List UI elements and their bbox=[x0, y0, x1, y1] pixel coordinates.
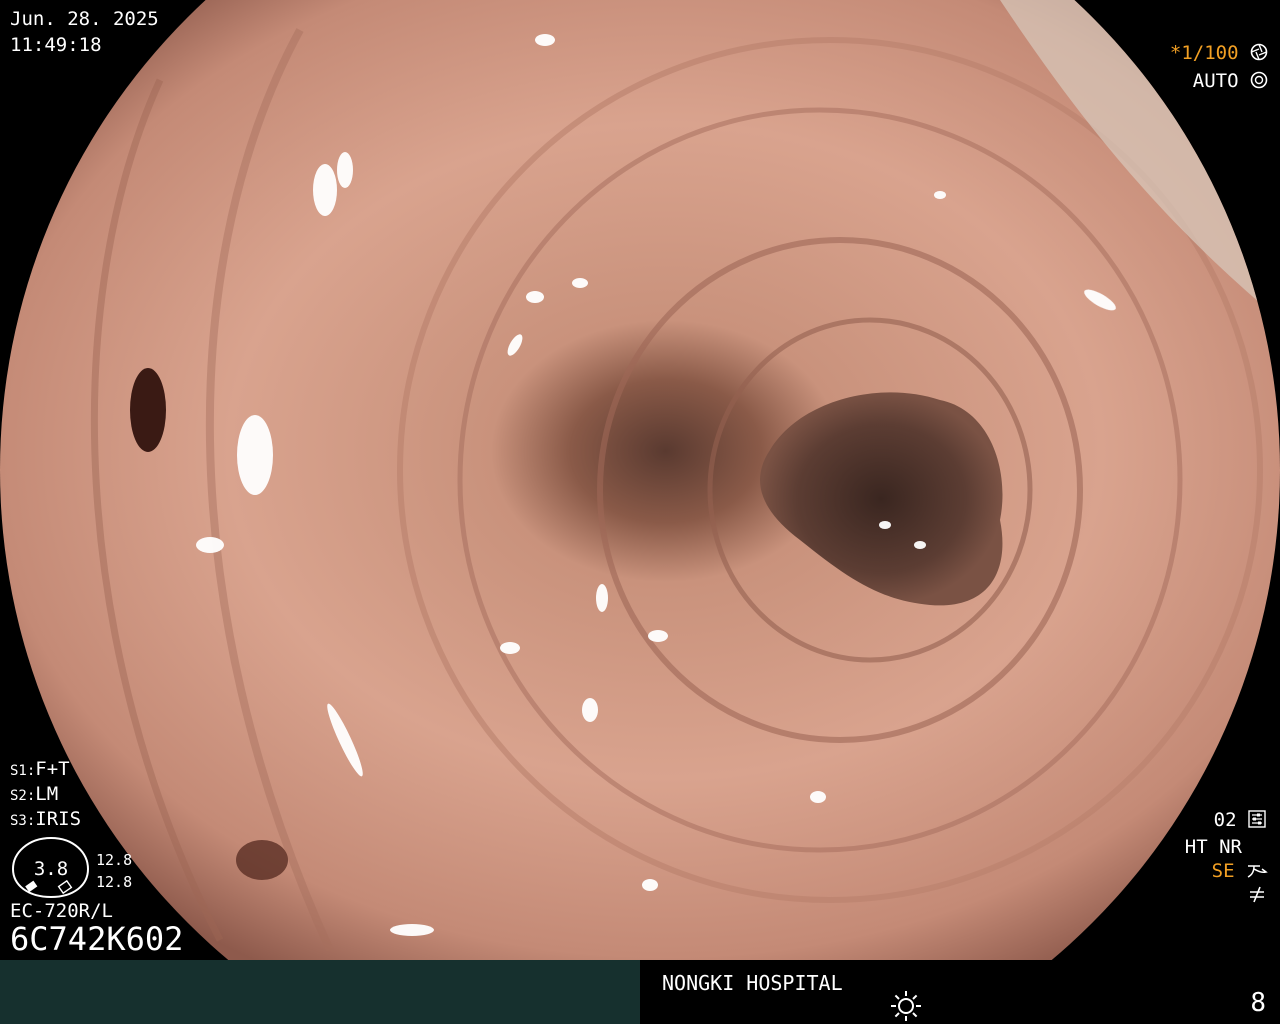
setting-s2: S2:LM bbox=[10, 783, 58, 807]
s3-value: IRIS bbox=[35, 808, 82, 830]
scope-serial: 6C742K602 bbox=[10, 920, 184, 958]
bottom-status-bar bbox=[0, 960, 1280, 1024]
s3-label: S3: bbox=[10, 813, 36, 829]
iris-mode-value: AUTO bbox=[1192, 70, 1239, 92]
scope-model: EC-720R/L bbox=[10, 900, 113, 922]
shutter-value: *1/100 bbox=[1169, 42, 1239, 64]
setting-s1: S1:F+T bbox=[10, 758, 70, 782]
not-equal-icon bbox=[1250, 886, 1264, 903]
iris-mode: AUTO bbox=[1193, 70, 1268, 92]
exam-time: 11:49:18 bbox=[10, 34, 102, 56]
shutter-speed: *1/100 bbox=[1170, 42, 1268, 64]
s2-value: LM bbox=[35, 783, 59, 805]
se-status: SE bbox=[1212, 860, 1268, 882]
sun-icon bbox=[891, 991, 921, 1021]
insertion-gauge: 3.8 bbox=[11, 836, 90, 899]
settings-sliders-icon bbox=[1248, 810, 1266, 828]
s2-label: S2: bbox=[10, 788, 36, 804]
se-value: SE bbox=[1211, 860, 1235, 882]
structure-enhance-icon bbox=[1247, 865, 1268, 878]
endoscope-image bbox=[0, 0, 1280, 960]
s1-label: S1: bbox=[10, 763, 36, 779]
aperture-icon bbox=[1250, 43, 1268, 61]
hospital-name: NONGKI HOSPITAL bbox=[662, 971, 843, 995]
gauge-value: 3.8 bbox=[34, 858, 68, 880]
image-number: 8 bbox=[1250, 988, 1266, 1018]
setting-s3: S3:IRIS bbox=[10, 808, 81, 832]
bottom-bar-left-panel bbox=[0, 960, 640, 1024]
o2-value: 02 bbox=[1213, 809, 1237, 831]
gauge-top-value: 12.8 bbox=[96, 851, 133, 869]
o2-setting: 02 bbox=[1214, 809, 1266, 831]
gauge-bottom-value: 12.8 bbox=[96, 873, 133, 891]
exam-date: Jun. 28. 2025 bbox=[10, 8, 159, 30]
iris-icon bbox=[1250, 71, 1268, 89]
ht-nr-status: HT NR bbox=[1184, 836, 1242, 858]
noise-filter-status bbox=[1248, 884, 1266, 906]
s1-value: F+T bbox=[35, 758, 70, 780]
